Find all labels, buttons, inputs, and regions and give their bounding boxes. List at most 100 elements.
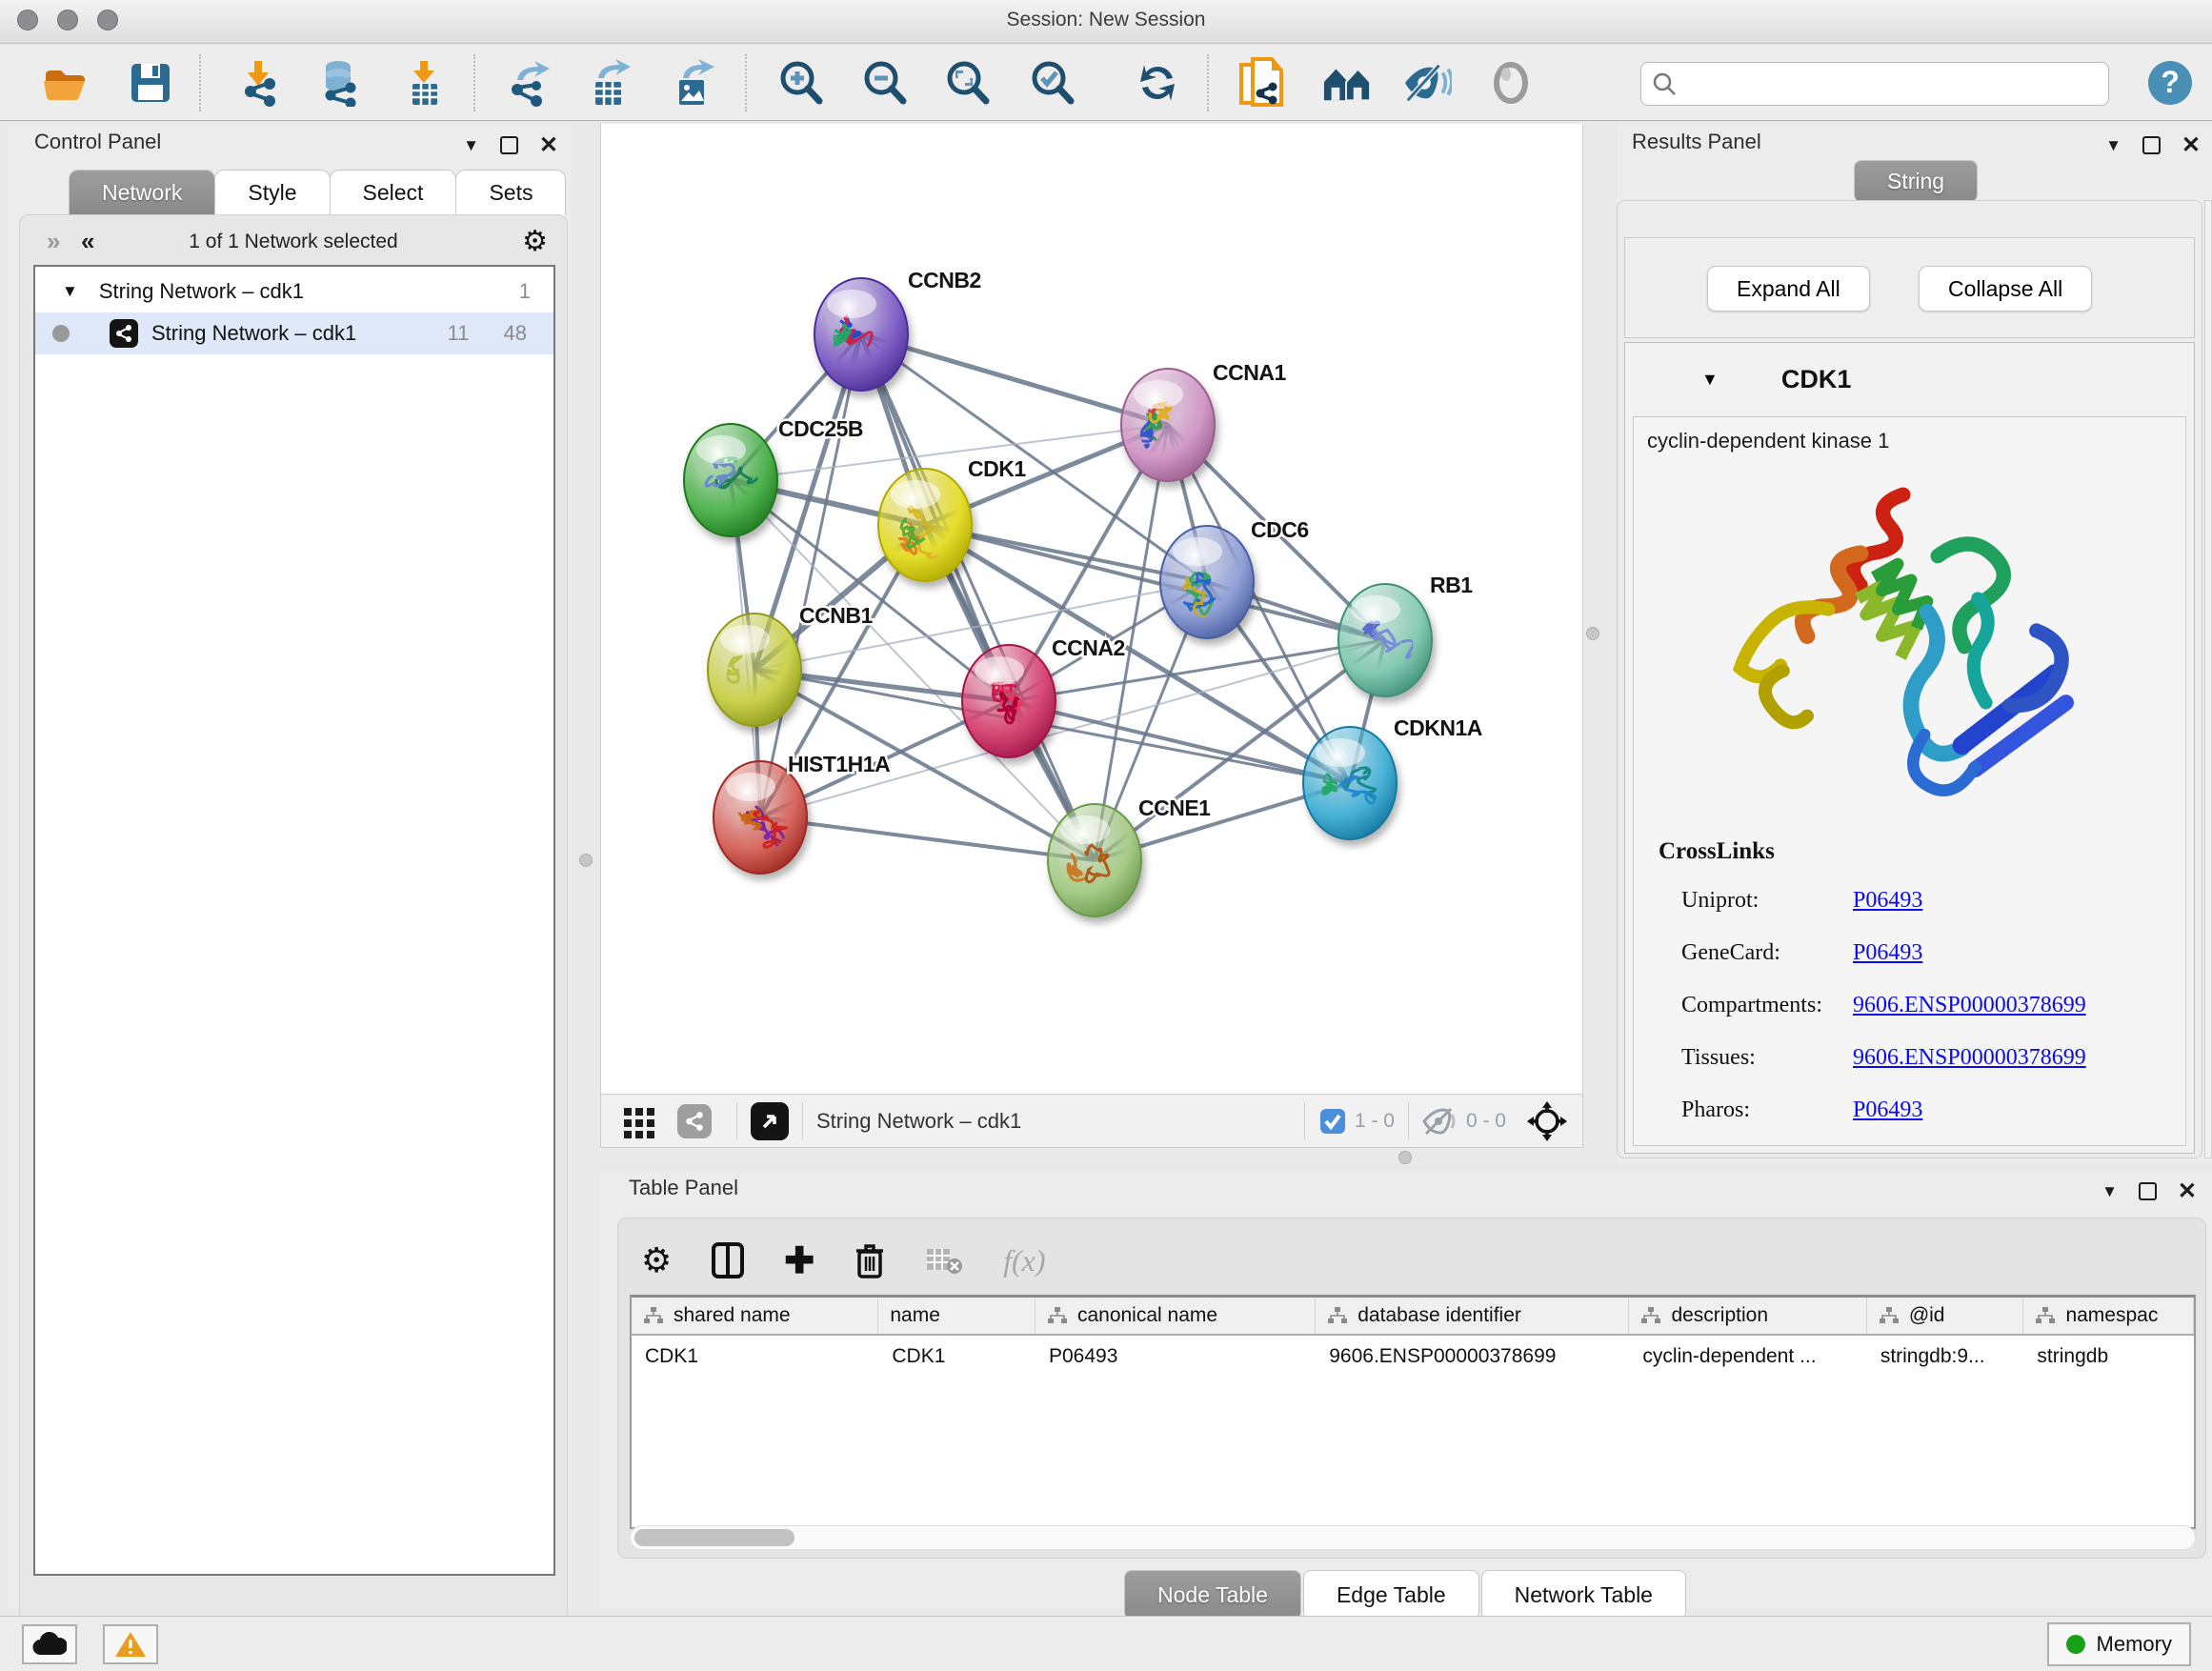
horizontal-splitter-handle[interactable] [1398,1151,1412,1164]
results-panel-menu-icon[interactable]: ▼ [2105,136,2122,155]
search-input[interactable] [1678,72,2108,96]
node-ccnb1[interactable] [708,614,801,726]
node-ccna1[interactable] [1121,369,1215,481]
table-panel-float-icon[interactable] [2139,1182,2157,1200]
memory-button[interactable]: Memory [2047,1622,2191,1666]
results-panel-close-icon[interactable]: ✕ [2182,131,2201,159]
network-row-selected[interactable]: String Network – cdk1 11 48 [35,312,553,354]
tab-select[interactable]: Select [330,170,457,215]
scrollbar-thumb[interactable] [634,1529,794,1546]
results-panel-float-icon[interactable] [2142,136,2161,154]
crosslink-link[interactable]: 9606.ENSP00000378699 [1853,993,2086,1018]
gene-collapse-icon[interactable]: ▼ [1701,370,1719,390]
hide-selected-button[interactable] [1402,58,1452,108]
table-cell[interactable]: P06493 [1036,1336,1316,1378]
network-view-title: String Network – cdk1 [816,1109,1021,1134]
import-table-button[interactable] [400,58,450,108]
node-ccnb2[interactable] [814,278,908,391]
network-view-share-icon[interactable] [677,1104,712,1138]
tab-style[interactable]: Style [214,170,330,215]
table-horizontal-scrollbar[interactable] [630,1525,2196,1550]
import-network-file-button[interactable] [234,58,284,108]
open-session-button[interactable] [40,58,90,108]
node-rb1[interactable] [1338,584,1432,696]
zoom-out-button[interactable] [859,58,909,108]
crosslink-link[interactable]: P06493 [1853,888,1922,914]
node-cdkn1a[interactable] [1303,727,1397,839]
table-panel-menu-icon[interactable]: ▼ [2101,1182,2118,1201]
cloud-status-button[interactable] [22,1624,77,1664]
column-header-shared-name[interactable]: shared name [632,1298,878,1334]
export-image-button[interactable] [667,58,716,108]
crosslink-link[interactable]: 9606.ENSP00000378699 [1853,1045,2086,1071]
node-cdk1[interactable] [878,469,972,581]
collection-expand-icon[interactable]: ▼ [62,282,78,301]
show-columns-icon[interactable] [712,1242,744,1278]
tab-network[interactable]: Network [69,170,215,215]
right-splitter-handle[interactable] [1586,627,1599,640]
hidden-eye-icon[interactable] [1422,1107,1458,1136]
control-panel-menu-icon[interactable]: ▼ [463,136,479,155]
first-neighbors-button[interactable] [1322,58,1372,108]
string-network-graph[interactable]: CCNB2CCNA1CDC25BCDK1CDC6RB1CCNB1CCNA2CDK… [601,124,1584,1094]
import-database-icon [315,59,363,107]
control-panel-close-icon[interactable]: ✕ [539,131,558,159]
export-table-button[interactable] [584,58,633,108]
zoom-in-button[interactable] [775,58,825,108]
tab-string[interactable]: String [1854,160,1978,202]
table-row[interactable]: CDK1CDK1P064939606.ENSP00000378699cyclin… [632,1336,2194,1378]
node-table[interactable]: shared namenamecanonical namedatabase id… [630,1295,2196,1529]
grid-view-icon[interactable] [622,1104,656,1138]
table-cell[interactable]: CDK1 [878,1336,1036,1378]
column-header-name[interactable]: name [878,1298,1036,1334]
tab-edge-table[interactable]: Edge Table [1303,1570,1479,1620]
results-scrollbar[interactable] [2204,200,2212,1158]
crosslink-link[interactable]: P06493 [1853,1097,1922,1123]
delete-column-trash-icon[interactable] [855,1242,885,1278]
control-panel-float-icon[interactable] [500,136,518,154]
node-ccne1[interactable] [1048,804,1141,916]
table-cell[interactable]: 9606.ENSP00000378699 [1316,1336,1629,1378]
column-header-database-identifier[interactable]: database identifier [1316,1298,1629,1334]
table-cell[interactable]: stringdb [2023,1336,2194,1378]
import-network-database-button[interactable] [314,58,364,108]
column-header-canonical-name[interactable]: canonical name [1036,1298,1316,1334]
zoom-fit-button[interactable] [942,58,992,108]
add-column-plus-icon[interactable]: ✚ [784,1239,814,1282]
tab-sets[interactable]: Sets [455,170,566,215]
node-hist1h1a[interactable] [714,761,807,874]
column-header-namespac[interactable]: namespac [2023,1298,2194,1334]
network-canvas[interactable]: CCNB2CCNA1CDC25BCDK1CDC6RB1CCNB1CCNA2CDK… [600,124,1583,1094]
clone-network-button[interactable] [1237,58,1286,108]
node-cdc6[interactable] [1160,526,1254,641]
warnings-button[interactable] [103,1624,158,1664]
collapse-all-button[interactable]: Collapse All [1919,266,2092,312]
network-collection-row[interactable]: ▼ String Network – cdk1 1 [35,271,553,312]
expand-all-button[interactable]: Expand All [1707,266,1870,312]
control-panel: Control Panel ▼ ✕ NetworkStyleSelectSets… [8,124,572,1608]
crosslink-label: Compartments: [1634,993,1853,1018]
node-ccna2[interactable] [962,645,1056,757]
show-all-button[interactable] [1486,58,1536,108]
network-options-gear-icon[interactable]: ⚙ [522,225,548,258]
zoom-selected-button[interactable] [1027,58,1076,108]
table-cell[interactable]: CDK1 [632,1336,878,1378]
refresh-view-button[interactable] [1134,58,1183,108]
save-session-button[interactable] [126,58,175,108]
search-field[interactable] [1640,62,2109,106]
birds-eye-view-icon[interactable] [751,1102,789,1140]
table-settings-gear-icon[interactable]: ⚙ [641,1240,672,1280]
tab-node-table[interactable]: Node Table [1124,1570,1301,1620]
column-header-description[interactable]: description [1629,1298,1866,1334]
left-splitter-handle[interactable] [579,854,593,867]
column-header--id[interactable]: @id [1867,1298,2024,1334]
table-cell[interactable]: cyclin-dependent ... [1629,1336,1866,1378]
selected-checkbox-icon[interactable] [1318,1107,1347,1136]
export-network-button[interactable] [503,58,553,108]
table-panel-close-icon[interactable]: ✕ [2178,1178,2197,1205]
fit-selected-crosshair-icon[interactable] [1527,1101,1567,1141]
tab-network-table[interactable]: Network Table [1481,1570,1686,1620]
table-cell[interactable]: stringdb:9... [1867,1336,2024,1378]
help-button[interactable]: ? [2145,58,2195,108]
crosslink-link[interactable]: P06493 [1853,940,1922,966]
